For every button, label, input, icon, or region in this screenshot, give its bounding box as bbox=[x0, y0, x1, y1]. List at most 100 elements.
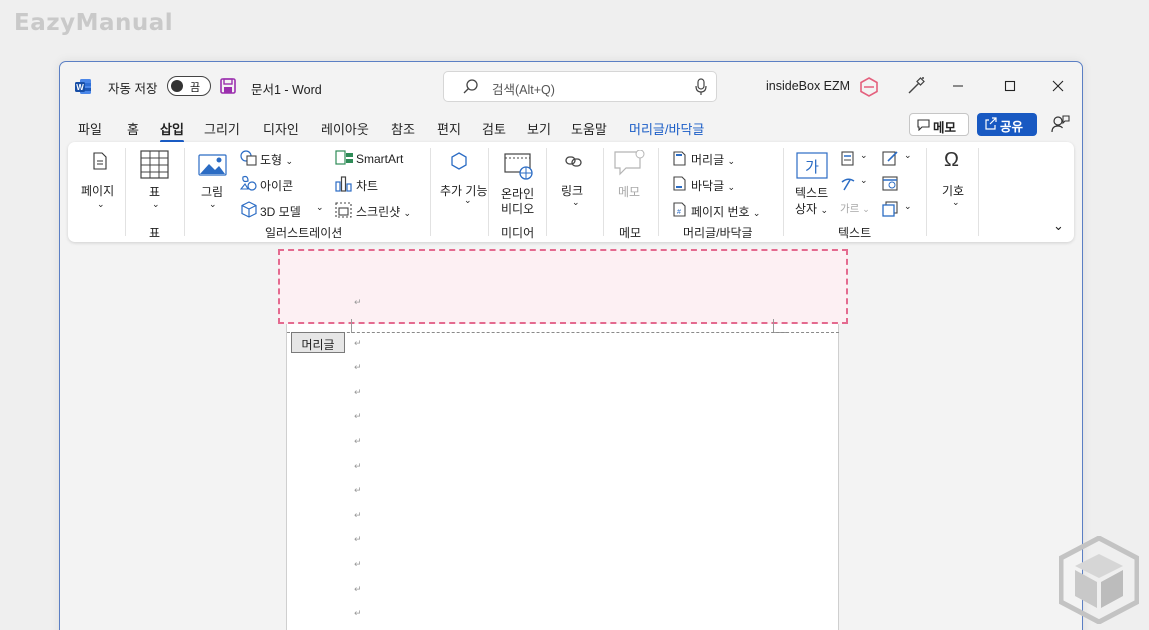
toggle-knob bbox=[171, 80, 183, 92]
group-divider bbox=[603, 148, 604, 236]
3d-model-icon bbox=[241, 201, 257, 218]
search-box[interactable]: 검색(Alt+Q) bbox=[443, 71, 717, 102]
footer-button[interactable]: 바닥글 ⌄ bbox=[691, 177, 735, 194]
microphone-icon[interactable] bbox=[694, 78, 708, 96]
shapes-label: 도형 bbox=[260, 153, 283, 167]
tab-file[interactable]: 파일 bbox=[78, 119, 102, 138]
tab-help[interactable]: 도움말 bbox=[571, 119, 607, 138]
icons-icon bbox=[240, 175, 257, 191]
header-edit-area[interactable] bbox=[278, 249, 848, 324]
paragraph-mark: ↵ bbox=[354, 436, 362, 446]
group-divider bbox=[658, 148, 659, 236]
autosave-label: 자동 저장 bbox=[108, 82, 158, 96]
tab-review[interactable]: 검토 bbox=[482, 119, 506, 138]
pages-button[interactable]: 페이지 bbox=[81, 182, 114, 199]
header-tag: 머리글 bbox=[291, 332, 345, 353]
close-icon[interactable] bbox=[1046, 74, 1070, 98]
watermark-cube-logo bbox=[1059, 536, 1139, 624]
table-icon[interactable] bbox=[140, 150, 169, 179]
autosave-state: 끔 bbox=[190, 82, 201, 94]
share-button[interactable]: 공유 bbox=[977, 113, 1037, 136]
comments-button[interactable]: 메모 bbox=[909, 113, 969, 136]
new-comment-icon bbox=[614, 150, 645, 176]
group-label-table: 표 bbox=[149, 226, 161, 240]
paragraph-mark: ↵ bbox=[354, 461, 362, 471]
designer-wand-icon[interactable] bbox=[906, 76, 926, 96]
person-feedback-icon[interactable] bbox=[1050, 114, 1070, 134]
3d-models-label: 3D 모델 bbox=[260, 205, 301, 219]
tab-layout[interactable]: 레이아웃 bbox=[321, 119, 369, 138]
chevron-down-icon: ⌄ bbox=[727, 156, 736, 166]
tab-design[interactable]: 디자인 bbox=[263, 119, 299, 138]
3d-models-button[interactable]: 3D 모델 bbox=[260, 203, 301, 220]
share-icon bbox=[985, 117, 997, 130]
margin-corner-mark bbox=[351, 319, 352, 333]
save-icon[interactable] bbox=[220, 78, 236, 94]
drop-cap-label: 가르 bbox=[840, 203, 860, 215]
group-divider bbox=[926, 148, 927, 236]
site-watermark: EazyManual bbox=[14, 10, 174, 36]
tab-insert[interactable]: 삽입 bbox=[160, 119, 184, 143]
drop-cap-button[interactable]: 가르 ⌄ bbox=[840, 201, 870, 216]
chevron-down-icon: ⌄ bbox=[904, 201, 912, 211]
header-button[interactable]: 머리글 ⌄ bbox=[691, 151, 735, 168]
footer-icon bbox=[673, 176, 686, 191]
chevron-down-icon: ⌄ bbox=[727, 182, 736, 192]
title-bar: W 자동 저장 끔 문서1 - Word 검색(Alt+Q) insideBox… bbox=[60, 62, 1082, 112]
tab-draw[interactable]: 그리기 bbox=[204, 119, 240, 138]
object-icon[interactable] bbox=[882, 201, 898, 217]
user-name[interactable]: insideBox EZM bbox=[766, 79, 850, 93]
shapes-button[interactable]: 도형 ⌄ bbox=[260, 151, 293, 168]
margin-corner-mark bbox=[773, 319, 788, 333]
date-time-icon[interactable] bbox=[882, 175, 898, 191]
icons-button[interactable]: 아이콘 bbox=[260, 177, 293, 194]
new-comment-button[interactable]: 메모 bbox=[618, 183, 640, 200]
group-label-comments: 메모 bbox=[619, 226, 642, 240]
group-divider bbox=[184, 148, 185, 236]
paragraph-mark: ↵ bbox=[354, 485, 362, 495]
paragraph-mark: ↵ bbox=[354, 387, 362, 397]
tab-home[interactable]: 홈 bbox=[127, 119, 139, 138]
tab-view[interactable]: 보기 bbox=[527, 119, 551, 138]
autosave-toggle[interactable]: 끔 bbox=[167, 76, 211, 96]
quick-parts-icon[interactable] bbox=[840, 151, 855, 166]
chevron-down-icon: ⌄ bbox=[860, 150, 868, 160]
user-avatar-icon[interactable] bbox=[858, 76, 880, 98]
group-label-text: 텍스트 bbox=[838, 226, 872, 240]
chevron-down-icon: ⌄ bbox=[572, 197, 580, 207]
search-icon bbox=[463, 79, 478, 94]
chevron-down-icon: ⌄ bbox=[860, 175, 868, 185]
footer-label: 바닥글 bbox=[691, 179, 725, 193]
wordart-icon[interactable] bbox=[840, 176, 856, 192]
header-separator-line bbox=[287, 332, 839, 333]
chevron-down-icon: ⌄ bbox=[403, 208, 412, 218]
chevron-down-icon: ⌄ bbox=[97, 199, 105, 209]
group-divider bbox=[546, 148, 547, 236]
tab-references[interactable]: 참조 bbox=[391, 119, 415, 138]
add-ins-icon bbox=[451, 152, 467, 170]
smartart-button[interactable]: SmartArt bbox=[356, 152, 403, 166]
online-video-icon[interactable] bbox=[504, 152, 534, 180]
text-box-icon[interactable]: 가 bbox=[796, 152, 828, 179]
tab-mailings[interactable]: 편지 bbox=[437, 119, 461, 138]
page-number-button[interactable]: 페이지 번호 ⌄ bbox=[691, 203, 760, 220]
omega-icon: Ω bbox=[944, 149, 959, 171]
paragraph-mark: ↵ bbox=[354, 411, 362, 421]
picture-icon[interactable] bbox=[198, 154, 227, 176]
ribbon-panel: 페이지 ⌄ 표 ⌄ 표 그림 ⌄ 도형 ⌄ 아이콘 3D 모델 ⌄ SmartA… bbox=[68, 142, 1074, 242]
chevron-down-icon: ⌄ bbox=[316, 202, 324, 212]
tab-header-footer[interactable]: 머리글/바닥글 bbox=[629, 119, 704, 138]
screenshot-button[interactable]: 스크린샷 ⌄ bbox=[356, 203, 411, 220]
search-placeholder: 검색(Alt+Q) bbox=[492, 83, 555, 97]
table-button[interactable]: 표 bbox=[149, 183, 160, 200]
group-label-illustrations: 일러스트레이션 bbox=[265, 226, 343, 240]
picture-button[interactable]: 그림 bbox=[201, 183, 223, 200]
chart-button[interactable]: 차트 bbox=[356, 177, 378, 194]
chevron-down-icon: ⌄ bbox=[952, 197, 960, 207]
minimize-icon[interactable] bbox=[946, 74, 970, 98]
signature-line-icon[interactable] bbox=[882, 150, 899, 166]
screenshot-icon bbox=[335, 202, 352, 218]
collapse-ribbon-icon[interactable]: ⌄ bbox=[1053, 218, 1064, 234]
page-number-icon: # bbox=[673, 202, 686, 217]
maximize-icon[interactable] bbox=[998, 74, 1022, 98]
